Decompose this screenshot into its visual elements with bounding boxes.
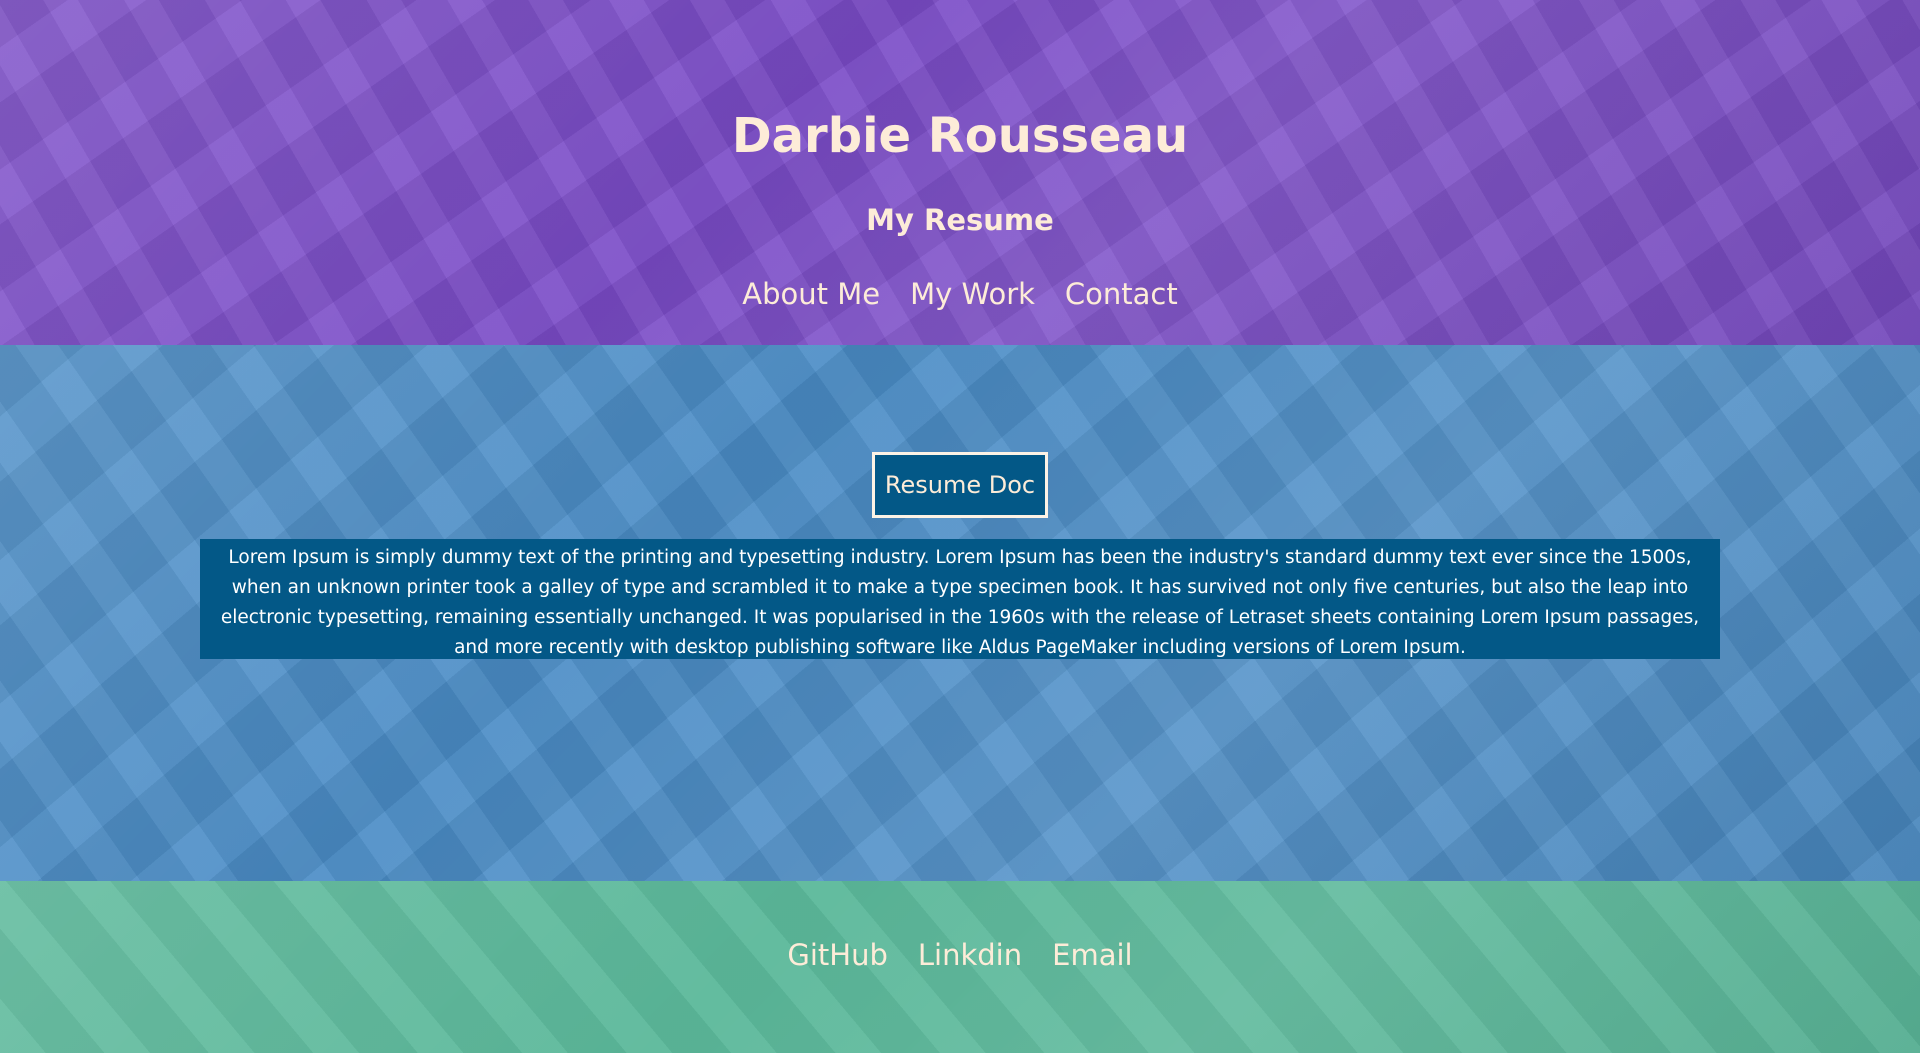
nav-link-my-work[interactable]: My Work <box>910 274 1035 314</box>
nav-link-contact[interactable]: Contact <box>1065 274 1178 314</box>
site-footer: GitHub Linkdin Email <box>0 881 1920 1053</box>
resume-doc-button[interactable]: Resume Doc <box>872 452 1048 518</box>
site-subtitle: My Resume <box>866 203 1054 237</box>
footer-link-email[interactable]: Email <box>1052 935 1132 975</box>
about-text: Lorem Ipsum is simply dummy text of the … <box>200 539 1720 659</box>
main-nav: About Me My Work Contact <box>0 274 1920 314</box>
footer-link-linkedin[interactable]: Linkdin <box>918 935 1022 975</box>
footer-links: GitHub Linkdin Email <box>0 935 1920 975</box>
site-title: Darbie Rousseau <box>731 108 1189 164</box>
nav-link-about-me[interactable]: About Me <box>742 274 880 314</box>
site-header: Darbie Rousseau My Resume About Me My Wo… <box>0 0 1920 345</box>
main-section: Resume Doc Lorem Ipsum is simply dummy t… <box>0 345 1920 881</box>
footer-link-github[interactable]: GitHub <box>787 935 888 975</box>
